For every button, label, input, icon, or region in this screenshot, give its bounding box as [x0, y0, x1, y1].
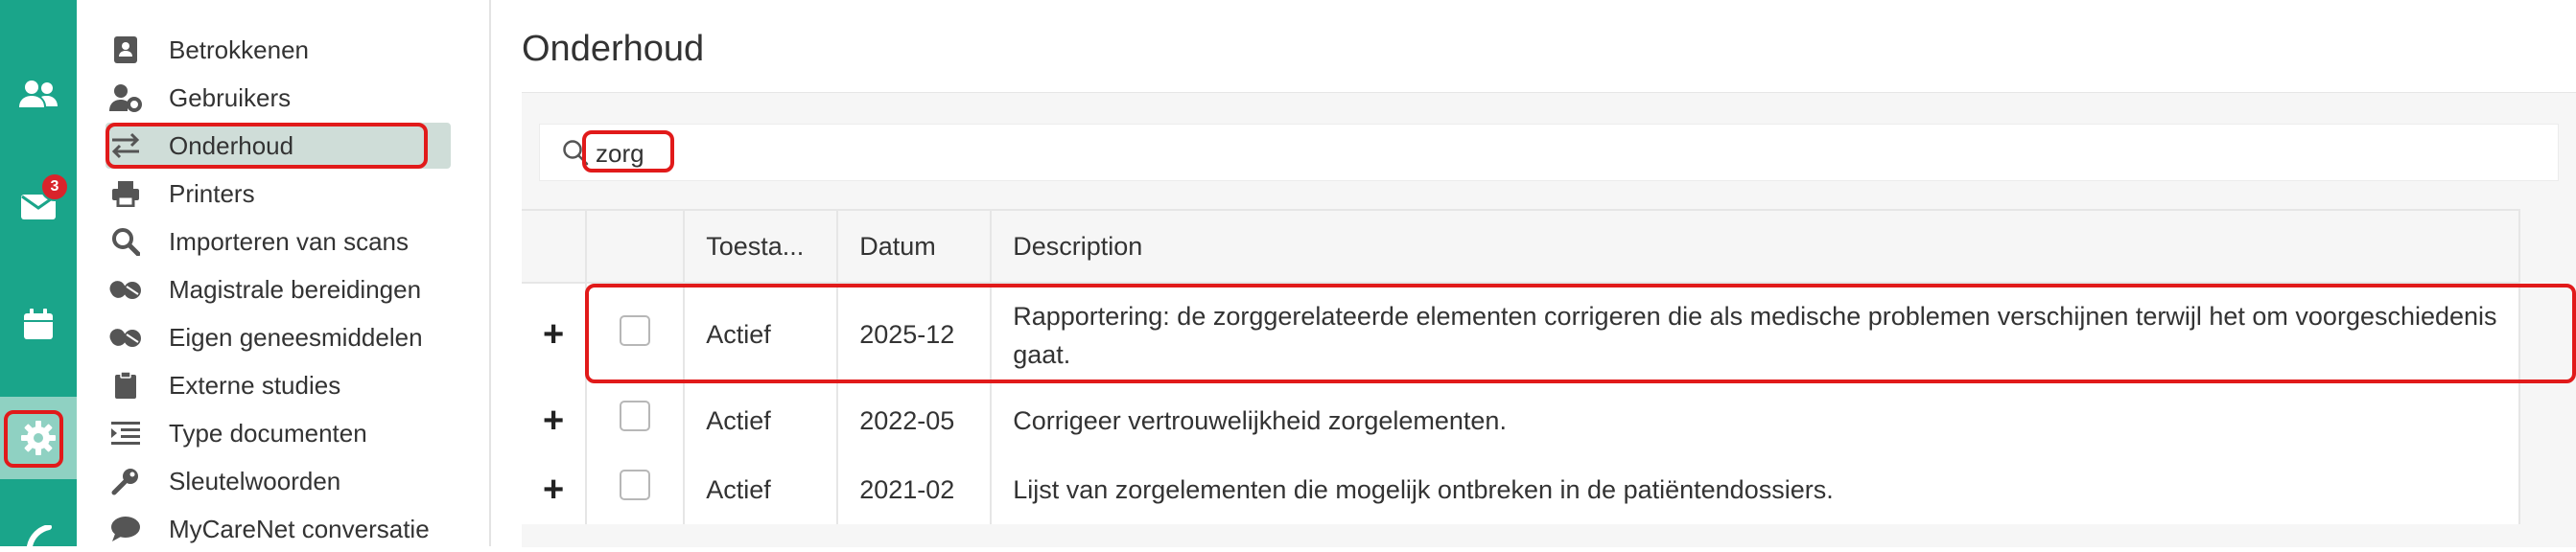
- row-description: Lijst van zorgelementen die mogelijk ont…: [991, 455, 2520, 524]
- row-description-line1: Rapportering: de zorggerelateerde elemen…: [1013, 301, 2497, 331]
- users-icon: [18, 79, 59, 109]
- sidebar-item-importeren[interactable]: Importeren van scans: [105, 218, 451, 264]
- row-select-cell: [586, 386, 686, 455]
- app-rail: 3: [0, 0, 77, 546]
- sidebar-item-label: Externe studies: [169, 370, 341, 400]
- list-indent-icon: [109, 417, 142, 449]
- phone-icon: [24, 525, 53, 546]
- row-description: Rapportering: de zorggerelateerde elemen…: [991, 283, 2520, 386]
- calendar-icon: [23, 308, 54, 340]
- sidebar-item-type-documenten[interactable]: Type documenten: [105, 410, 451, 456]
- expand-row-button[interactable]: +: [522, 283, 588, 386]
- search-icon: [561, 138, 590, 172]
- settings-sidebar: Betrokkenen Gebruikers Onderhoud Printer…: [77, 0, 491, 546]
- contact-card-icon: [109, 34, 142, 66]
- user-gear-icon: [109, 81, 142, 114]
- maintenance-table: Toesta... Datum Description + Actief 202…: [522, 209, 2520, 524]
- row-status: Actief: [684, 283, 839, 386]
- expand-row-button[interactable]: +: [522, 386, 588, 455]
- page-title: Onderhoud: [522, 29, 705, 69]
- sidebar-item-label: Importeren van scans: [169, 226, 410, 256]
- sidebar-item-label: MyCareNet conversatie: [169, 514, 430, 543]
- row-description-line2: gaat.: [1013, 339, 1071, 369]
- row-status: Actief: [684, 386, 839, 455]
- sidebar-item-printers[interactable]: Printers: [105, 171, 451, 217]
- sidebar-item-label: Sleutelwoorden: [169, 466, 341, 495]
- plus-icon: +: [543, 469, 565, 510]
- row-checkbox[interactable]: [620, 401, 651, 431]
- unread-badge: 3: [40, 172, 69, 201]
- main-content: Onderhoud Toesta... Datum Description + …: [491, 0, 2576, 547]
- table-header-row: Toesta... Datum Description: [522, 209, 2520, 284]
- key-icon: [109, 465, 142, 497]
- sidebar-item-label: Type documenten: [169, 418, 367, 448]
- row-select-cell: [586, 283, 686, 386]
- row-date: 2022-05: [837, 386, 993, 455]
- gear-icon: [19, 419, 58, 457]
- header-status[interactable]: Toesta...: [684, 209, 839, 284]
- row-checkbox[interactable]: [620, 314, 651, 346]
- sidebar-item-label: Betrokkenen: [169, 34, 309, 64]
- header-date[interactable]: Datum: [837, 209, 993, 284]
- sidebar-item-gebruikers[interactable]: Gebruikers: [105, 75, 451, 121]
- plus-icon: +: [543, 314, 565, 355]
- row-date: 2025-12: [837, 283, 993, 386]
- rail-settings[interactable]: [0, 397, 77, 479]
- sidebar-item-label: Gebruikers: [169, 82, 292, 112]
- pills-icon: [109, 321, 142, 354]
- rail-users[interactable]: [0, 67, 77, 121]
- sidebar-item-externe-studies[interactable]: Externe studies: [105, 362, 451, 408]
- row-select-cell: [586, 455, 686, 524]
- table-row[interactable]: + Actief 2021-02 Lijst van zorgelementen…: [522, 455, 2520, 524]
- speech-bubble-icon: [109, 513, 142, 545]
- rail-messages[interactable]: 3: [0, 172, 77, 234]
- printer-icon: [109, 177, 142, 210]
- table-row[interactable]: + Actief 2025-12 Rapportering: de zorgge…: [522, 283, 2520, 386]
- row-description: Corrigeer vertrouwelijkheid zorgelemente…: [991, 386, 2520, 455]
- sidebar-item-label: Magistrale bereidingen: [169, 274, 422, 304]
- sidebar-item-magistrale[interactable]: Magistrale bereidingen: [105, 266, 451, 312]
- sidebar-item-label: Onderhoud: [169, 130, 294, 160]
- table-row[interactable]: + Actief 2022-05 Corrigeer vertrouwelijk…: [522, 386, 2520, 455]
- sidebar-item-label: Eigen geneesmiddelen: [169, 322, 423, 352]
- sidebar-item-eigen-geneesmiddelen[interactable]: Eigen geneesmiddelen: [105, 314, 451, 360]
- search-input[interactable]: [594, 136, 674, 171]
- header-description[interactable]: Description: [991, 209, 2520, 284]
- search-icon: [109, 225, 142, 258]
- sidebar-item-mycarenet[interactable]: MyCareNet conversatie: [105, 506, 451, 552]
- expand-row-button[interactable]: +: [522, 455, 588, 524]
- sidebar-item-onderhoud[interactable]: Onderhoud: [105, 123, 451, 169]
- sidebar-item-betrokkenen[interactable]: Betrokkenen: [105, 27, 451, 73]
- header-expand: [522, 209, 588, 284]
- sidebar-item-sleutelwoorden[interactable]: Sleutelwoorden: [105, 458, 451, 504]
- swap-arrows-icon: [109, 129, 142, 162]
- row-date: 2021-02: [837, 455, 993, 524]
- rail-calendar[interactable]: [0, 297, 77, 351]
- pills-icon: [109, 273, 142, 306]
- rail-more[interactable]: [0, 525, 77, 546]
- sidebar-item-label: Printers: [169, 178, 255, 208]
- clipboard-icon: [109, 369, 142, 402]
- header-select: [586, 209, 686, 284]
- plus-icon: +: [543, 400, 565, 441]
- search-box: [539, 124, 2559, 181]
- row-checkbox[interactable]: [620, 470, 651, 500]
- row-status: Actief: [684, 455, 839, 524]
